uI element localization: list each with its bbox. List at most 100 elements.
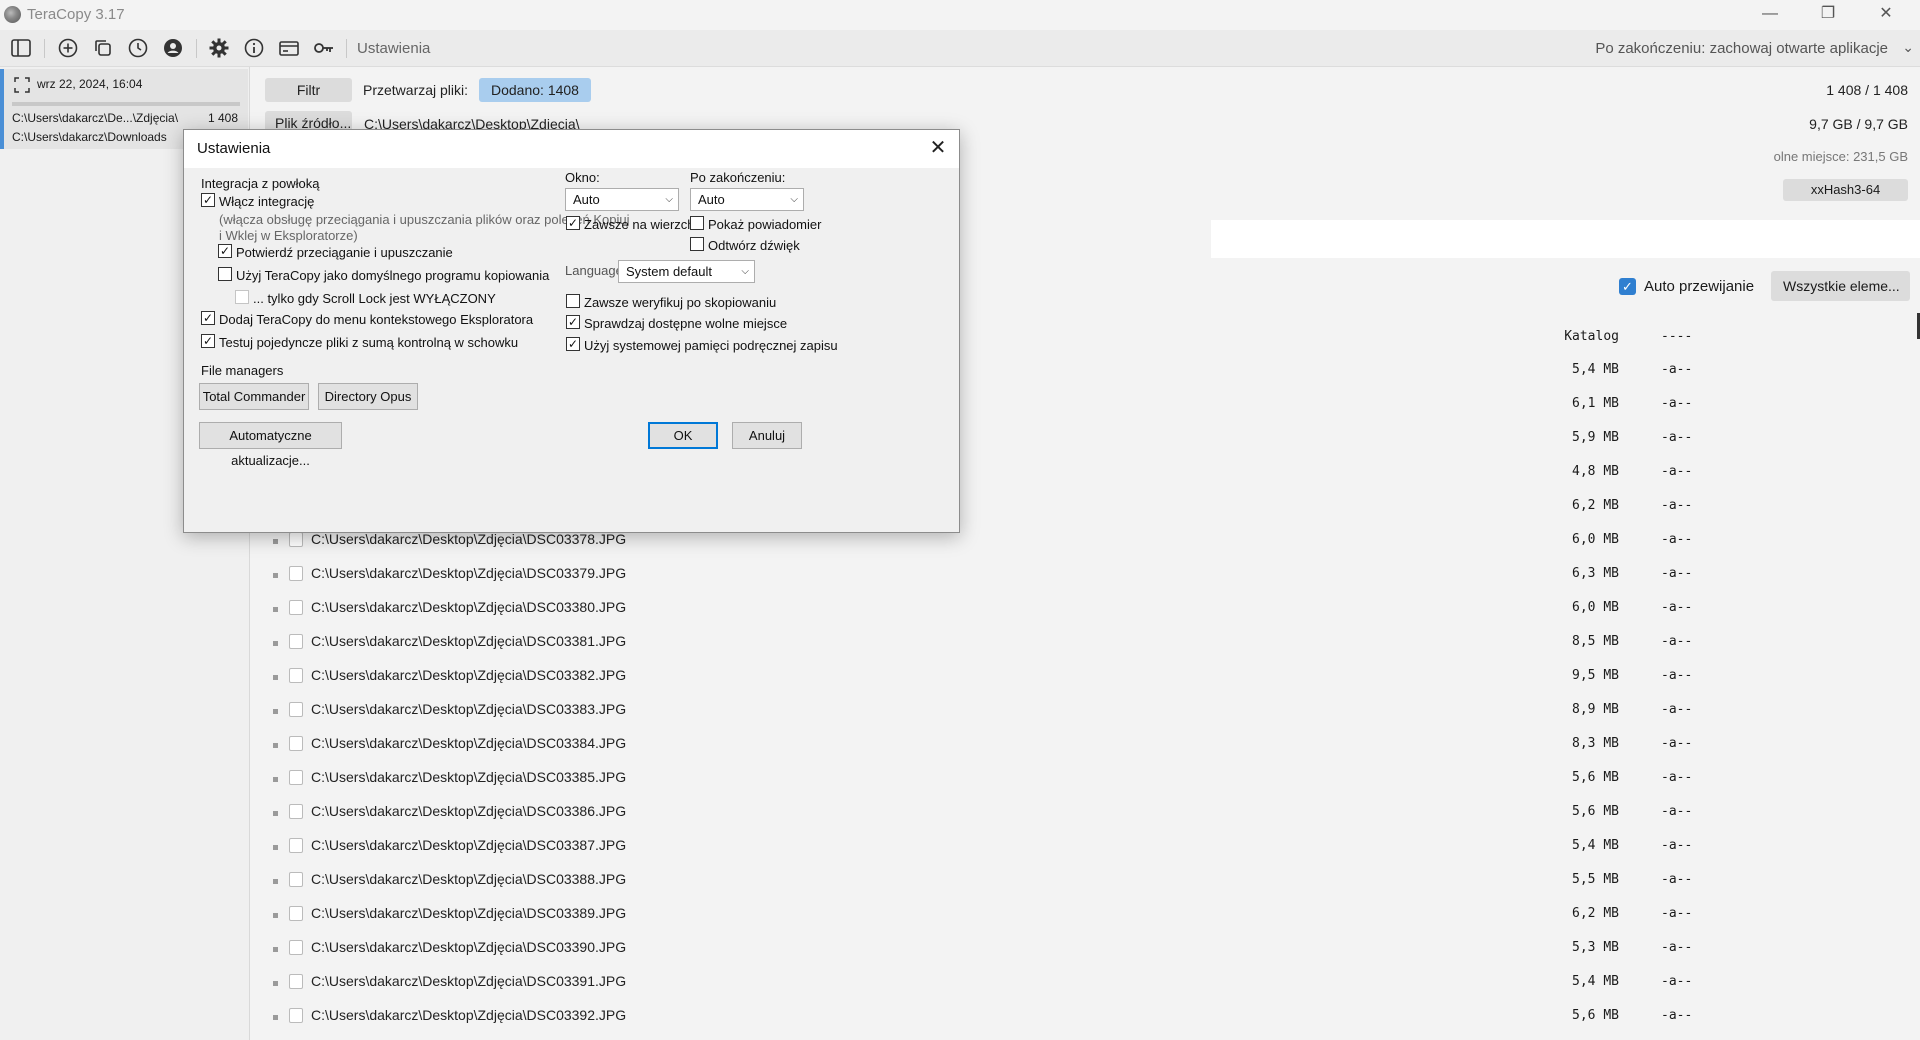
file-size: 5,5 MB: [1572, 872, 1619, 887]
integration-note-line-2: i Wklej w Eksploratorze): [219, 228, 358, 243]
card-icon[interactable]: [277, 36, 301, 60]
file-row[interactable]: C:\Users\dakarcz\Desktop\Zdjęcia\DSC0338…: [251, 866, 1920, 894]
file-path: C:\Users\dakarcz\Desktop\Zdjęcia\DSC0337…: [311, 531, 627, 547]
checkbox-checked-icon[interactable]: ✓: [1619, 278, 1636, 295]
scroll-lock-checkbox[interactable]: [235, 290, 249, 304]
file-row[interactable]: C:\Users\dakarcz\Desktop\Zdjęcia\DSC0338…: [251, 594, 1920, 622]
catalog-header: Katalog: [1564, 329, 1619, 344]
context-menu-checkbox[interactable]: ✓: [201, 311, 215, 325]
cancel-button[interactable]: Anuluj: [732, 422, 802, 449]
file-checkbox[interactable]: [289, 1008, 303, 1023]
check-free-space-checkbox[interactable]: ✓: [566, 315, 580, 329]
free-space: olne miejsce: 231,5 GB: [1773, 149, 1908, 164]
all-items-dropdown[interactable]: Wszystkie eleme...: [1771, 271, 1910, 301]
file-checkbox[interactable]: [289, 702, 303, 717]
file-checkbox[interactable]: [289, 872, 303, 887]
file-checkbox[interactable]: [289, 804, 303, 819]
test-checksum-checkbox[interactable]: ✓: [201, 334, 215, 348]
confirm-dragdrop-label: Potwierdź przeciąganie i upuszczanie: [236, 245, 453, 260]
history-icon[interactable]: [126, 36, 150, 60]
system-cache-checkbox[interactable]: ✓: [566, 337, 580, 351]
default-copier-checkbox[interactable]: [218, 267, 232, 281]
copy-icon[interactable]: [91, 36, 115, 60]
chevron-down-icon[interactable]: ⌄: [1902, 39, 1914, 56]
context-menu-label: Dodaj TeraCopy do menu kontekstowego Eks…: [219, 312, 534, 327]
add-icon[interactable]: [56, 36, 80, 60]
confirm-dragdrop-checkbox[interactable]: ✓: [218, 244, 232, 258]
filter-button[interactable]: Filtr: [265, 78, 352, 102]
file-row[interactable]: C:\Users\dakarcz\Desktop\Zdjęcia\DSC0338…: [251, 696, 1920, 724]
file-checkbox[interactable]: [289, 736, 303, 751]
file-attributes: -a--: [1661, 464, 1693, 479]
file-attributes: -a--: [1661, 668, 1693, 683]
after-finish-select[interactable]: Auto ⌵: [690, 188, 804, 211]
file-attributes: -a--: [1661, 430, 1693, 445]
added-count-badge[interactable]: Dodano: 1408: [479, 78, 591, 102]
status-dot-icon: [273, 675, 278, 680]
file-row[interactable]: C:\Users\dakarcz\Desktop\Zdjęcia\DSC0338…: [251, 900, 1920, 928]
file-size: 5,4 MB: [1572, 838, 1619, 853]
file-row[interactable]: C:\Users\dakarcz\Desktop\Zdjęcia\DSC0338…: [251, 730, 1920, 758]
show-notification-checkbox[interactable]: [690, 216, 704, 230]
enable-integration-checkbox[interactable]: ✓: [201, 193, 215, 207]
file-size: 5,3 MB: [1572, 940, 1619, 955]
file-checkbox[interactable]: [289, 634, 303, 649]
after-finish-value: Auto: [698, 192, 725, 207]
file-row[interactable]: C:\Users\dakarcz\Desktop\Zdjęcia\DSC0338…: [251, 662, 1920, 690]
window-mode-select[interactable]: Auto ⌵: [565, 188, 679, 211]
file-attributes: -a--: [1661, 838, 1693, 853]
file-row[interactable]: C:\Users\dakarcz\Desktop\Zdjęcia\DSC0338…: [251, 764, 1920, 792]
file-checkbox[interactable]: [289, 566, 303, 581]
job-progress-bar: [12, 102, 240, 106]
file-path: C:\Users\dakarcz\Desktop\Zdjęcia\DSC0339…: [311, 1007, 627, 1023]
file-row[interactable]: C:\Users\dakarcz\Desktop\Zdjęcia\DSC0339…: [251, 968, 1920, 996]
close-window-button[interactable]: ✕: [1858, 0, 1914, 30]
file-checkbox[interactable]: [289, 838, 303, 853]
dialog-title: Ustawienia: [197, 140, 271, 157]
dialog-close-button[interactable]: ✕: [925, 136, 951, 162]
file-row[interactable]: C:\Users\dakarcz\Desktop\Zdjęcia\DSC0338…: [251, 832, 1920, 860]
on-finish-dropdown[interactable]: Po zakończeniu: zachowaj otwarte aplikac…: [1595, 40, 1888, 57]
file-path: C:\Users\dakarcz\Desktop\Zdjęcia\DSC0338…: [311, 735, 627, 751]
language-select[interactable]: System default ⌵: [618, 260, 755, 283]
file-path: C:\Users\dakarcz\Desktop\Zdjęcia\DSC0338…: [311, 599, 627, 615]
ok-button[interactable]: OK: [648, 422, 718, 449]
teracopy-logo-icon: [4, 6, 21, 23]
job-date: wrz 22, 2024, 16:04: [37, 77, 143, 91]
minimize-button[interactable]: —: [1742, 0, 1798, 30]
hash-algorithm-badge[interactable]: xxHash3-64: [1783, 179, 1908, 201]
file-row[interactable]: C:\Users\dakarcz\Desktop\Zdjęcia\DSC0338…: [251, 798, 1920, 826]
auto-scroll-toggle[interactable]: ✓ Auto przewijanie: [1619, 278, 1754, 295]
file-row[interactable]: C:\Users\dakarcz\Desktop\Zdjęcia\DSC0339…: [251, 1002, 1920, 1030]
file-attributes: -a--: [1661, 362, 1693, 377]
file-attributes: -a--: [1661, 872, 1693, 887]
sidebar-icon[interactable]: [9, 36, 33, 60]
gear-icon[interactable]: [207, 36, 231, 60]
settings-label: Ustawienia: [357, 40, 431, 57]
play-sound-checkbox[interactable]: [690, 237, 704, 251]
file-checkbox[interactable]: [289, 940, 303, 955]
file-checkbox[interactable]: [289, 770, 303, 785]
always-verify-checkbox[interactable]: [566, 294, 580, 308]
file-checkbox[interactable]: [289, 668, 303, 683]
file-attributes: -a--: [1661, 770, 1693, 785]
chevron-down-icon: ⌵: [665, 194, 673, 205]
job-file-count: 1 408: [207, 111, 238, 125]
always-on-top-checkbox[interactable]: ✓: [566, 216, 580, 230]
file-row[interactable]: C:\Users\dakarcz\Desktop\Zdjęcia\DSC0339…: [251, 934, 1920, 962]
file-row[interactable]: C:\Users\dakarcz\Desktop\Zdjęcia\DSC0337…: [251, 560, 1920, 588]
file-checkbox[interactable]: [289, 600, 303, 615]
directory-opus-button[interactable]: Directory Opus: [318, 383, 418, 410]
file-checkbox[interactable]: [289, 906, 303, 921]
file-checkbox[interactable]: [289, 974, 303, 989]
info-icon[interactable]: [242, 36, 266, 60]
key-icon[interactable]: [312, 36, 336, 60]
file-row[interactable]: C:\Users\dakarcz\Desktop\Zdjęcia\DSC0338…: [251, 628, 1920, 656]
total-commander-button[interactable]: Total Commander: [199, 383, 309, 410]
maximize-button[interactable]: ❐: [1800, 0, 1856, 30]
account-icon[interactable]: [161, 36, 185, 60]
expand-icon[interactable]: [14, 77, 30, 93]
file-managers-heading: File managers: [201, 363, 284, 378]
file-checkbox[interactable]: [289, 532, 303, 547]
auto-updates-button[interactable]: Automatyczne aktualizacje...: [199, 422, 342, 468]
